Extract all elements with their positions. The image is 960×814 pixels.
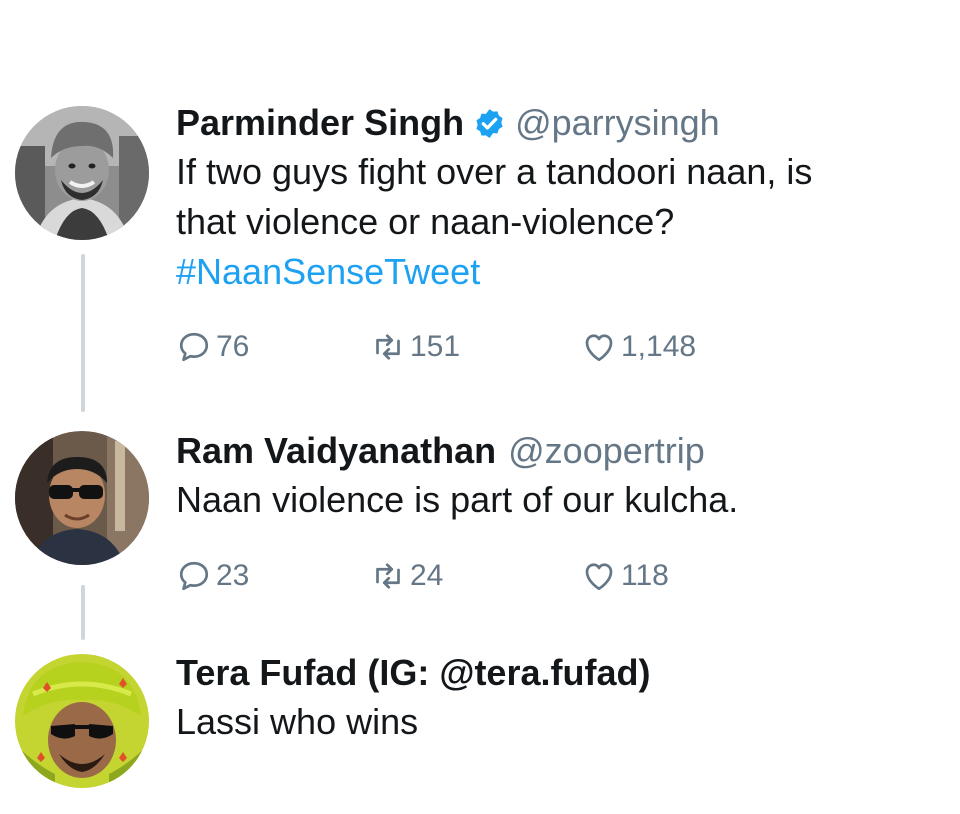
reply-button[interactable]: 23 (176, 556, 249, 596)
avatar-photo-parminder (15, 106, 149, 240)
tweet-header: Parminder Singh @parrysingh (176, 99, 940, 147)
tweet-header: Ram Vaidyanathan @zoopertrip (176, 427, 940, 475)
tweet-text-line: Naan violence is part of our kulcha. (176, 479, 739, 520)
heart-outline-icon (585, 563, 613, 591)
author-name[interactable]: Ram Vaidyanathan (176, 427, 496, 475)
reply-count: 76 (216, 330, 250, 363)
retweet-count: 151 (410, 330, 461, 363)
tweet-actions: 23 24 118 (176, 556, 940, 596)
avatar-photo-fufad (15, 654, 149, 788)
like-count: 118 (621, 559, 669, 592)
tweet-text-line: Lassi who wins (176, 701, 419, 742)
tweet-text: Naan violence is part of our kulcha. (176, 475, 940, 525)
retweet-button[interactable]: 24 (370, 556, 443, 596)
tweet-header: Tera Fufad (IG: @tera.fufad) (176, 649, 940, 697)
retweet-button[interactable]: 151 (370, 327, 460, 367)
verified-badge-icon (473, 107, 506, 140)
like-button[interactable]: 1,148 (581, 327, 696, 367)
reply-button[interactable]: 76 (176, 327, 249, 367)
author-name[interactable]: Tera Fufad (IG: @tera.fufad) (176, 649, 650, 697)
like-button[interactable]: 118 (581, 556, 669, 596)
tweet-text: If two guys fight over a tandoori naan, … (176, 147, 940, 297)
like-count: 1,148 (621, 330, 697, 363)
tweet[interactable]: Parminder Singh @parrysingh If two guys … (176, 99, 940, 367)
tweet-thread: Parminder Singh @parrysingh If two guys … (0, 0, 960, 814)
tweet-text-line: that violence or naan-violence? (176, 201, 675, 242)
tweet-actions: 76 151 1,148 (176, 327, 940, 367)
avatar[interactable] (15, 431, 149, 565)
speech-bubble-icon (179, 332, 209, 362)
hashtag-link[interactable]: #NaanSenseTweet (176, 247, 940, 297)
thread-connector-line (81, 254, 85, 412)
tweet-text: Lassi who wins (176, 697, 940, 747)
author-name[interactable]: Parminder Singh (176, 99, 464, 147)
retweet-arrows-icon (376, 563, 400, 589)
speech-bubble-icon (179, 561, 209, 591)
heart-outline-icon (585, 334, 613, 362)
avatar-photo-ram (15, 431, 149, 565)
author-handle[interactable]: @parrysingh (515, 99, 720, 147)
retweet-count: 24 (410, 559, 444, 592)
reply-count: 23 (216, 559, 250, 592)
retweet-arrows-icon (376, 334, 400, 360)
tweet[interactable]: Ram Vaidyanathan @zoopertrip Naan violen… (176, 427, 940, 596)
author-handle[interactable]: @zoopertrip (508, 427, 705, 475)
thread-connector-line (81, 585, 85, 640)
tweet-text-line: If two guys fight over a tandoori naan, … (176, 151, 813, 192)
tweet[interactable]: Tera Fufad (IG: @tera.fufad) Lassi who w… (176, 649, 940, 747)
avatar[interactable] (15, 654, 149, 788)
avatar[interactable] (15, 106, 149, 240)
